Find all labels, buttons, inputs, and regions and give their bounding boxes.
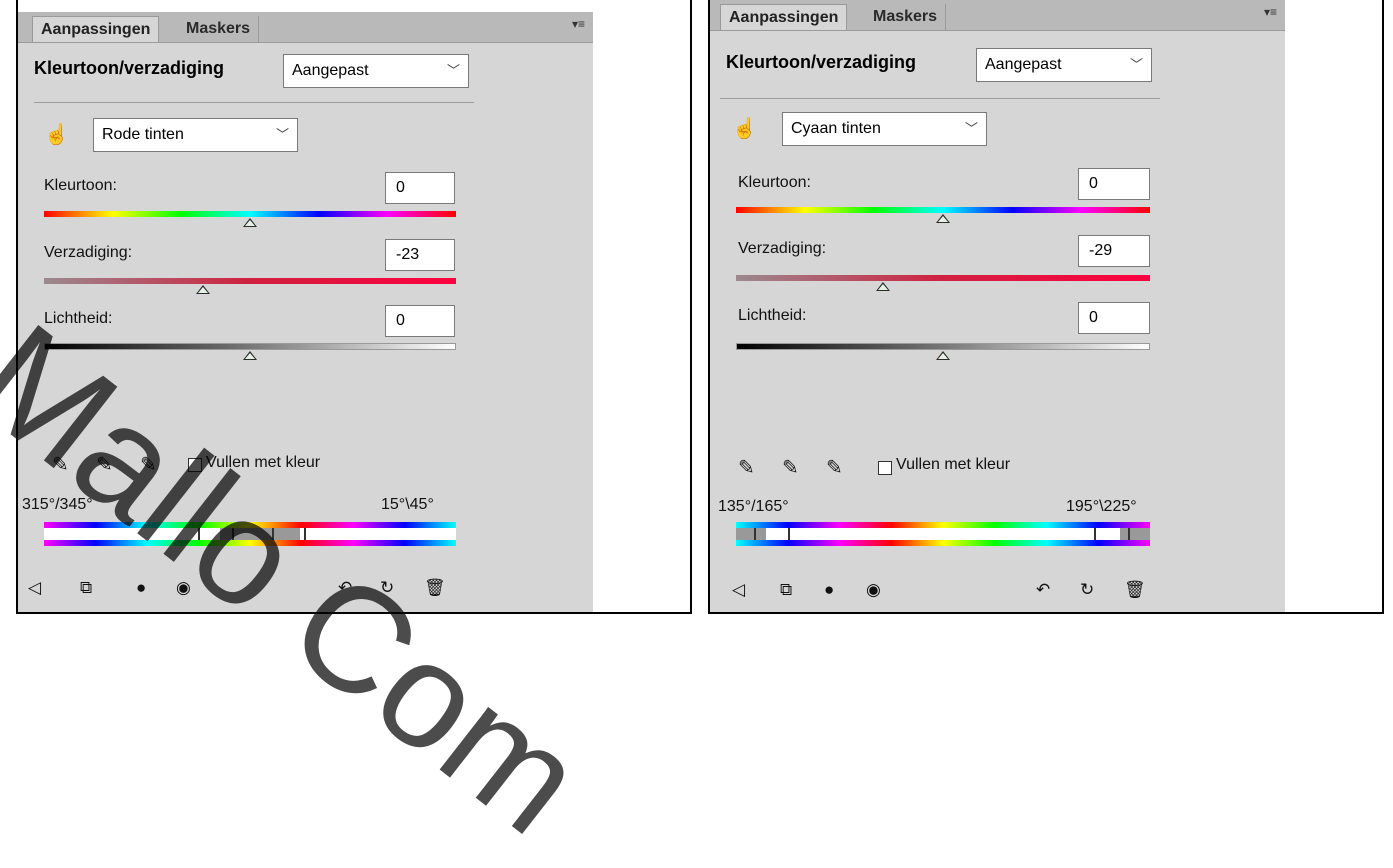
preset-value: Aangepast [985,56,1062,73]
range-handle[interactable] [304,528,306,540]
clip-to-layer-icon[interactable]: ⧉ [80,578,92,598]
range-handle[interactable] [232,528,234,540]
channel-value: Rode tinten [102,126,184,143]
colorize-checkbox[interactable] [878,461,892,475]
tab-maskers[interactable]: Maskers [178,16,260,42]
range-handle[interactable] [272,528,274,540]
range-left-label: 315°/345° [22,496,93,513]
chevron-down-icon: ﹀ [964,121,978,136]
visibility-toggle-icon[interactable]: ● [136,578,146,598]
hue-slider-thumb[interactable] [243,218,257,227]
hand-adjust-icon[interactable]: ☝ [44,122,69,147]
lightness-label: Lichtheid: [738,307,807,324]
saturation-label: Verzadiging: [44,244,133,261]
delete-icon[interactable]: 🗑 [1124,580,1146,600]
chevron-down-icon: ﹀ [275,127,289,142]
lightness-input[interactable]: 0 [1078,302,1150,334]
saturation-slider-track[interactable] [44,278,456,284]
panel-tabbar: Aanpassingen Maskers ▾≡ [18,12,593,43]
channel-dropdown[interactable]: Rode tinten ﹀ [93,118,298,152]
divider [720,98,1160,99]
view-previous-icon[interactable]: ↶ [338,578,352,598]
panel-tabbar: Aanpassingen Maskers ▾≡ [710,0,1285,31]
left-frame: Aanpassingen Maskers ▾≡ Kleurtoon/verzad… [16,0,692,614]
range-handle[interactable] [788,528,790,540]
panel-menu-icon[interactable]: ▾≡ [1264,5,1277,19]
hue-input[interactable]: 0 [385,172,455,204]
back-arrow-icon[interactable]: ◁ [732,580,745,600]
range-handle[interactable] [754,528,756,540]
lightness-slider-thumb[interactable] [936,351,950,360]
chevron-down-icon: ﹀ [446,63,460,78]
hand-adjust-icon[interactable]: ☝ [732,116,757,141]
eyedropper-icon[interactable]: ✎ [738,455,755,480]
divider [34,102,474,103]
hue-input[interactable]: 0 [1078,168,1150,200]
chevron-down-icon: ﹀ [1129,57,1143,72]
range-handle[interactable] [1128,528,1130,540]
eyedropper-plus-icon[interactable]: ✎ [782,455,799,480]
adjustment-title: Kleurtoon/verzadiging [726,52,917,72]
color-range-spectrum-bottom [44,540,456,546]
saturation-slider-thumb[interactable] [195,285,210,294]
color-range-track[interactable] [736,528,1150,540]
lightness-slider-track[interactable] [736,343,1150,350]
range-handle[interactable] [198,528,200,540]
tab-aanpassingen[interactable]: Aanpassingen [720,4,848,30]
eyedropper-plus-icon[interactable]: ✎ [96,452,113,477]
eyedropper-minus-icon[interactable]: ✎ [140,452,157,477]
channel-value: Cyaan tinten [791,120,881,137]
right-frame: Aanpassingen Maskers ▾≡ Kleurtoon/verzad… [708,0,1384,614]
channel-dropdown[interactable]: Cyaan tinten ﹀ [782,112,987,146]
panel-menu-icon[interactable]: ▾≡ [572,17,585,31]
reset-icon[interactable]: ↻ [1080,580,1094,600]
lightness-input[interactable]: 0 [385,305,455,337]
hue-slider-track[interactable] [736,207,1150,213]
range-handle[interactable] [1094,528,1096,540]
eyedropper-icon[interactable]: ✎ [52,452,69,477]
colorize-checkbox[interactable] [188,458,202,472]
color-range-selected [736,528,766,540]
hue-label: Kleurtoon: [44,177,117,194]
colorize-label: Vullen met kleur [206,454,321,471]
visibility-toggle-icon[interactable]: ● [824,580,834,600]
adjustments-panel-right: Aanpassingen Maskers ▾≡ Kleurtoon/verzad… [710,0,1285,612]
preset-dropdown[interactable]: Aangepast ﹀ [283,54,469,88]
hue-slider-track[interactable] [44,211,456,217]
preset-dropdown[interactable]: Aangepast ﹀ [976,48,1152,82]
clip-to-layer-icon[interactable]: ⧉ [780,580,792,600]
saturation-label: Verzadiging: [738,240,827,257]
color-range-selected [1120,528,1150,540]
view-previous-icon[interactable]: ↶ [1036,580,1050,600]
view-previous-icon[interactable]: ◉ [176,578,191,598]
tab-aanpassingen[interactable]: Aanpassingen [32,16,160,42]
lightness-slider-track[interactable] [44,343,456,350]
delete-icon[interactable]: 🗑 [424,578,446,598]
color-range-spectrum-bottom [736,540,1150,546]
saturation-input[interactable]: -29 [1078,235,1150,267]
lightness-label: Lichtheid: [44,310,113,327]
colorize-label: Vullen met kleur [896,456,1011,473]
range-left-label: 135°/165° [718,498,789,515]
hue-label: Kleurtoon: [738,174,811,191]
hue-slider-thumb[interactable] [936,214,950,223]
preset-value: Aangepast [292,62,369,79]
view-previous-icon[interactable]: ◉ [866,580,881,600]
range-right-label: 195°\225° [1066,498,1137,515]
eyedropper-minus-icon[interactable]: ✎ [826,455,843,480]
saturation-slider-thumb[interactable] [875,282,890,291]
adjustments-panel-left: Aanpassingen Maskers ▾≡ Kleurtoon/verzad… [18,12,593,612]
tab-maskers[interactable]: Maskers [865,4,947,30]
back-arrow-icon[interactable]: ◁ [28,578,41,598]
saturation-input[interactable]: -23 [385,239,455,271]
saturation-slider-track[interactable] [736,275,1150,281]
adjustment-title: Kleurtoon/verzadiging [34,58,225,78]
range-right-label: 15°\45° [381,496,434,513]
reset-icon[interactable]: ↻ [380,578,394,598]
lightness-slider-thumb[interactable] [243,351,257,360]
